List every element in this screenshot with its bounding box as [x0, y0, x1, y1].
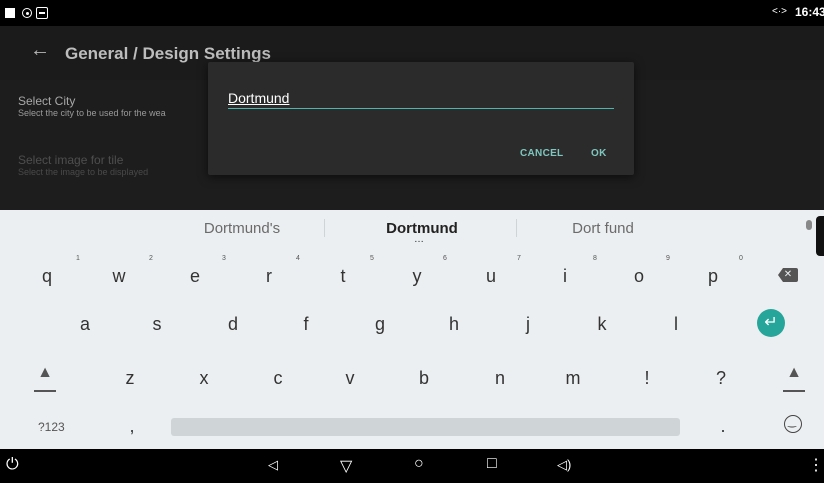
key-exclamation[interactable]: !	[627, 368, 667, 389]
key-hint: 2	[149, 255, 153, 262]
key-v[interactable]: v	[330, 368, 370, 389]
setting-title: Select image for tile	[18, 153, 124, 167]
enter-icon[interactable]: ↵	[757, 309, 785, 337]
backspace-icon[interactable]: ✕	[778, 268, 798, 282]
cancel-button[interactable]: CANCEL	[520, 148, 563, 159]
key-l[interactable]: l	[656, 314, 696, 335]
key-hint: 7	[517, 255, 521, 262]
suggestion-divider	[324, 219, 325, 237]
key-g[interactable]: g	[360, 314, 400, 335]
key-z[interactable]: z	[110, 368, 150, 389]
key-hint: 3	[222, 255, 226, 262]
symbols-key[interactable]: ?123	[38, 420, 65, 434]
spacebar[interactable]	[171, 418, 680, 436]
volume-up-icon[interactable]: ◁)	[557, 457, 571, 473]
notification-square-icon	[5, 8, 15, 18]
key-comma[interactable]: ,	[112, 416, 152, 437]
back-icon[interactable]: ▽	[340, 456, 352, 476]
key-s[interactable]: s	[137, 314, 177, 335]
ok-button[interactable]: OK	[591, 148, 607, 159]
key-d[interactable]: d	[213, 314, 253, 335]
key-a[interactable]: a	[65, 314, 105, 335]
side-handle[interactable]	[816, 216, 824, 256]
suggestion-divider	[516, 219, 517, 237]
key-j[interactable]: j	[508, 314, 548, 335]
recents-icon[interactable]: □	[487, 455, 497, 473]
arrow-back-icon[interactable]: ←	[30, 40, 50, 60]
suggestion-more-icon: …	[414, 234, 424, 245]
eye-icon	[22, 8, 32, 18]
key-r[interactable]: r	[249, 266, 289, 287]
key-x[interactable]: x	[184, 368, 224, 389]
key-t[interactable]: t	[323, 266, 363, 287]
setting-subtitle: Select the city to be used for the wea	[18, 108, 166, 118]
code-icon: <·>	[772, 6, 788, 17]
power-icon[interactable]: ⏻	[6, 456, 19, 474]
setting-title: Select City	[18, 94, 76, 108]
key-m[interactable]: m	[553, 368, 593, 389]
city-dialog: CANCEL OK	[208, 62, 634, 175]
key-hint: 8	[593, 255, 597, 262]
key-b[interactable]: b	[404, 368, 444, 389]
key-period[interactable]: .	[703, 416, 743, 437]
soft-keyboard: Dortmund's Dortmund … Dort fund q w e r …	[0, 210, 824, 449]
volume-down-icon[interactable]: ◁	[268, 457, 278, 473]
key-hint: 4	[296, 255, 300, 262]
shift-underline	[783, 390, 805, 392]
key-hint: 0	[739, 255, 743, 262]
key-hint: 1	[76, 255, 80, 262]
key-f[interactable]: f	[286, 314, 326, 335]
key-n[interactable]: n	[480, 368, 520, 389]
status-bar: <·> 16:43	[0, 0, 824, 26]
key-c[interactable]: c	[258, 368, 298, 389]
key-o[interactable]: o	[619, 266, 659, 287]
navigation-bar: ⏻ ◁ ▽ ○ □ ◁) ⋮	[0, 449, 824, 483]
key-p[interactable]: p	[693, 266, 733, 287]
key-y[interactable]: y	[397, 266, 437, 287]
key-hint: 5	[370, 255, 374, 262]
suggestion-3[interactable]: Dort fund	[523, 220, 683, 237]
key-hint: 6	[443, 255, 447, 262]
page-title: General / Design Settings	[65, 44, 271, 63]
screen-icon	[36, 7, 48, 19]
city-input[interactable]	[228, 88, 614, 109]
status-time: 16:43	[795, 5, 824, 19]
key-hint: 9	[666, 255, 670, 262]
key-q[interactable]: q	[27, 266, 67, 287]
key-h[interactable]: h	[434, 314, 474, 335]
key-question[interactable]: ?	[701, 368, 741, 389]
suggestion-1[interactable]: Dortmund's	[162, 220, 322, 237]
key-i[interactable]: i	[545, 266, 585, 287]
setting-subtitle: Select the image to be displayed	[18, 167, 149, 177]
microphone-icon[interactable]	[806, 220, 812, 230]
setting-item-city[interactable]: Select City Select the city to be used f…	[18, 94, 166, 118]
emoji-icon[interactable]	[784, 415, 802, 433]
key-k[interactable]: k	[582, 314, 622, 335]
shift-underline	[34, 390, 56, 392]
key-u[interactable]: u	[471, 266, 511, 287]
shift-icon[interactable]: ▲	[30, 364, 60, 382]
setting-item-image[interactable]: Select image for tile Select the image t…	[18, 153, 148, 177]
home-icon[interactable]: ○	[414, 455, 424, 473]
shift-icon[interactable]: ▲	[779, 364, 809, 382]
key-w[interactable]: w	[99, 266, 139, 287]
key-e[interactable]: e	[175, 266, 215, 287]
more-icon[interactable]: ⋮	[808, 455, 824, 475]
